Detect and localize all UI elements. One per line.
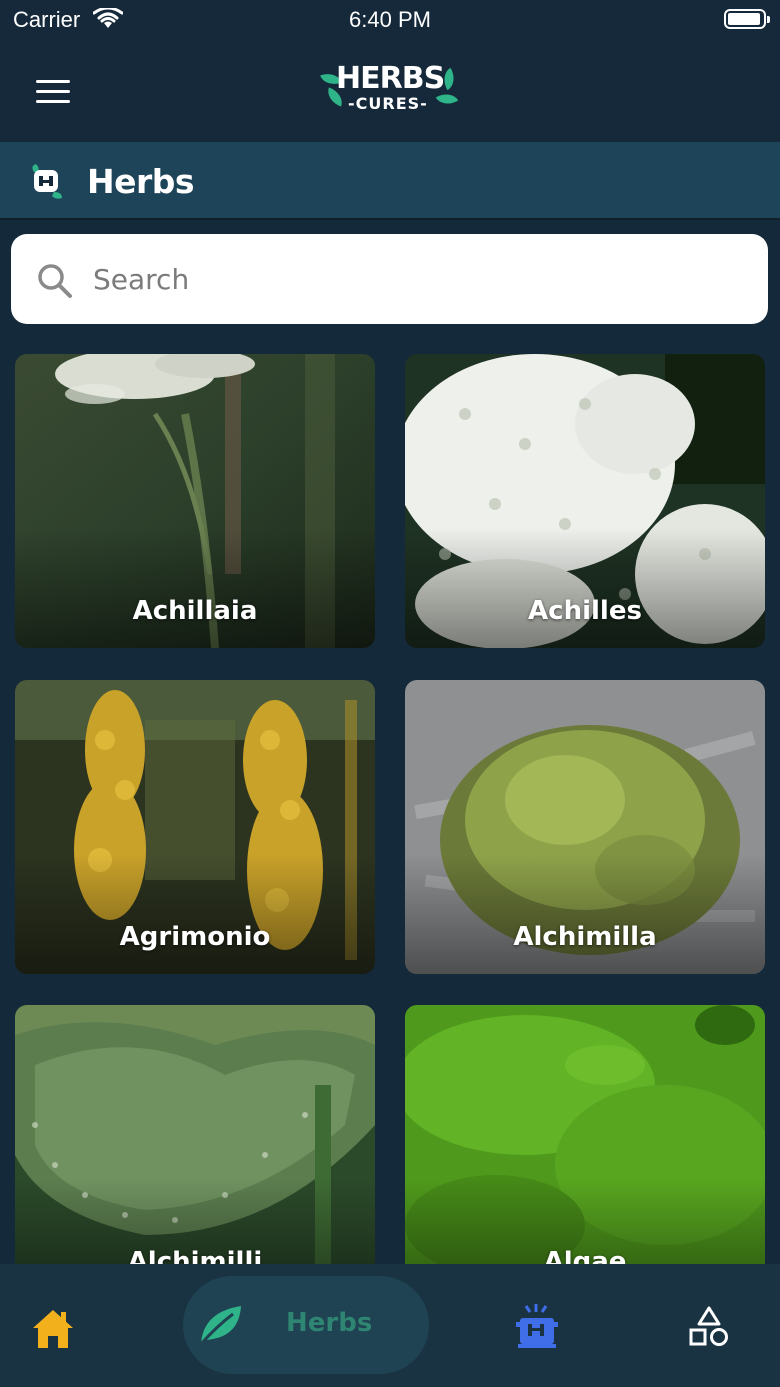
herb-name: Algae (543, 1247, 627, 1264)
herb-grid: Achillaia Achilles Agrimonio Alchimilla … (0, 354, 780, 1264)
herb-name: Achilles (528, 596, 642, 626)
hamburger-icon (36, 80, 70, 83)
herb-card-algae[interactable]: Algae (405, 1005, 765, 1264)
shapes-icon (689, 1306, 728, 1346)
herb-name: Achillaia (132, 596, 258, 626)
herb-name: Alchimilla (513, 922, 657, 952)
app-logo: HERBS -CURES- (318, 58, 462, 124)
tab-herbs-label: Herbs (286, 1308, 373, 1338)
menu-button[interactable] (30, 76, 76, 106)
search-input[interactable] (93, 259, 733, 299)
page-title: Herbs (87, 162, 195, 201)
logo-text: HERBS (336, 61, 445, 96)
herb-card-achillaia[interactable]: Achillaia (15, 354, 375, 648)
herb-card-alchimilli[interactable]: Alchimilli (15, 1005, 375, 1264)
tab-home[interactable] (28, 1304, 78, 1354)
herb-card-achilles[interactable]: Achilles (405, 354, 765, 648)
home-icon (33, 1310, 73, 1348)
tab-shapes[interactable] (688, 1306, 730, 1348)
tab-herbs[interactable]: Herbs (183, 1276, 429, 1374)
search-bar[interactable] (11, 234, 768, 324)
tab-recipes[interactable] (514, 1304, 560, 1350)
herb-card-agrimonio[interactable]: Agrimonio (15, 680, 375, 974)
herbs-cures-icon (32, 164, 62, 199)
herb-card-alchimilla[interactable]: Alchimilla (405, 680, 765, 974)
leaf-icon (199, 1306, 241, 1345)
tab-bar: Herbs (0, 1264, 780, 1387)
status-bar: Carrier 6:40 PM (0, 0, 780, 40)
navigation-bar: HERBS -CURES- (0, 40, 780, 142)
section-header: Herbs (0, 142, 780, 220)
search-icon (38, 264, 72, 298)
logo-subtext: -CURES- (348, 94, 428, 113)
cooking-pot-icon (516, 1304, 558, 1348)
status-time: 6:40 PM (349, 7, 431, 32)
herb-name: Alchimilli (127, 1247, 263, 1264)
battery-icon (724, 9, 770, 29)
herb-name: Agrimonio (119, 922, 271, 952)
